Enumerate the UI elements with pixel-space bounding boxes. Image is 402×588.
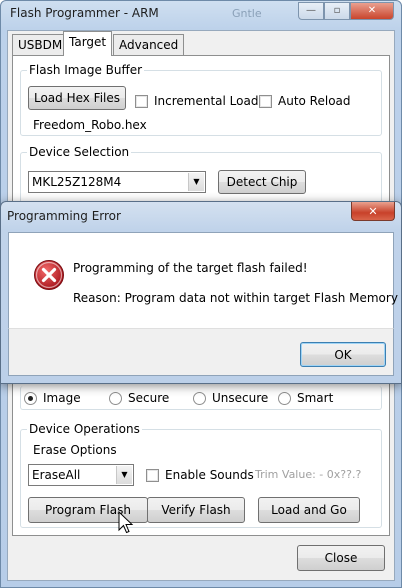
load-and-go-button[interactable]: Load and Go	[258, 497, 360, 523]
erase-options-label: Erase Options	[33, 443, 117, 457]
hex-filename: Freedom_Robo.hex	[33, 118, 147, 132]
dialog-reason: Reason: Program data not within target F…	[73, 291, 398, 305]
incremental-load-checkbox[interactable]: Incremental Load	[135, 94, 258, 108]
tab-advanced[interactable]: Advanced	[113, 34, 185, 55]
radio-label: Smart	[297, 391, 334, 405]
radio-label: Unsecure	[212, 391, 269, 405]
auto-reload-checkbox[interactable]: Auto Reload	[259, 94, 351, 108]
chevron-down-icon[interactable]: ▼	[188, 173, 204, 191]
dialog-message: Programming of the target flash failed!	[73, 261, 308, 275]
tab-target[interactable]: Target	[63, 31, 113, 56]
radio-dot[interactable]	[24, 391, 37, 405]
security-radio-image[interactable]: Image	[24, 391, 81, 405]
radio-dot[interactable]	[278, 391, 291, 405]
erase-options-value: EraseAll	[32, 468, 81, 482]
incremental-load-box[interactable]	[135, 94, 148, 108]
error-icon	[34, 260, 64, 290]
close-button[interactable]: Close	[297, 545, 385, 571]
radio-dot[interactable]	[193, 391, 206, 405]
security-radio-unsecure[interactable]: Unsecure	[193, 391, 268, 405]
enable-sounds-checkbox[interactable]: Enable Sounds	[146, 468, 254, 482]
radio-label: Image	[43, 391, 81, 405]
radio-label: Secure	[128, 391, 170, 405]
tab-usbdm[interactable]: USBDM	[12, 34, 69, 55]
window-title: Flash Programmer - ARM	[10, 6, 159, 20]
ok-button[interactable]: OK	[300, 342, 386, 367]
auto-reload-label: Auto Reload	[278, 94, 351, 108]
verify-flash-button[interactable]: Verify Flash	[147, 497, 245, 523]
device-selection-legend: Device Selection	[27, 145, 132, 159]
radio-dot[interactable]	[109, 391, 122, 405]
security-radio-secure[interactable]: Secure	[109, 391, 169, 405]
device-operations-legend: Device Operations	[27, 422, 142, 436]
window-close-button[interactable]: ✕	[350, 2, 394, 20]
maximize-button[interactable]: ▫	[324, 2, 350, 20]
load-hex-files-button[interactable]: Load Hex Files	[28, 86, 126, 110]
enable-sounds-box[interactable]	[146, 468, 159, 482]
device-select-value: MKL25Z128M4	[32, 175, 122, 189]
security-radio-smart[interactable]: Smart	[278, 391, 333, 405]
auto-reload-box[interactable]	[259, 94, 272, 108]
dialog-close-button[interactable]: ✕	[351, 202, 395, 221]
flash-image-buffer-legend: Flash Image Buffer	[27, 63, 145, 77]
background-window-title: Gntle	[232, 7, 262, 20]
erase-options-select[interactable]: EraseAll ▼	[28, 464, 134, 486]
device-select[interactable]: MKL25Z128M4 ▼	[28, 171, 206, 193]
incremental-load-label: Incremental Load	[154, 94, 259, 108]
detect-chip-button[interactable]: Detect Chip	[218, 170, 306, 194]
dialog-body: Programming of the target flash failed! …	[8, 232, 398, 328]
chevron-down-icon[interactable]: ▼	[116, 466, 132, 484]
trim-value-label: Trim Value: - 0x??.?	[255, 468, 362, 481]
enable-sounds-label: Enable Sounds	[165, 468, 254, 482]
caption-buttons: — ▫ ✕	[298, 2, 394, 20]
dialog-title: Programming Error	[7, 209, 121, 223]
minimize-button[interactable]: —	[298, 2, 324, 20]
mouse-cursor-icon	[118, 511, 134, 534]
programming-error-dialog: Programming Error ✕ Programming of the t…	[0, 201, 402, 384]
dialog-footer: OK	[8, 328, 394, 376]
